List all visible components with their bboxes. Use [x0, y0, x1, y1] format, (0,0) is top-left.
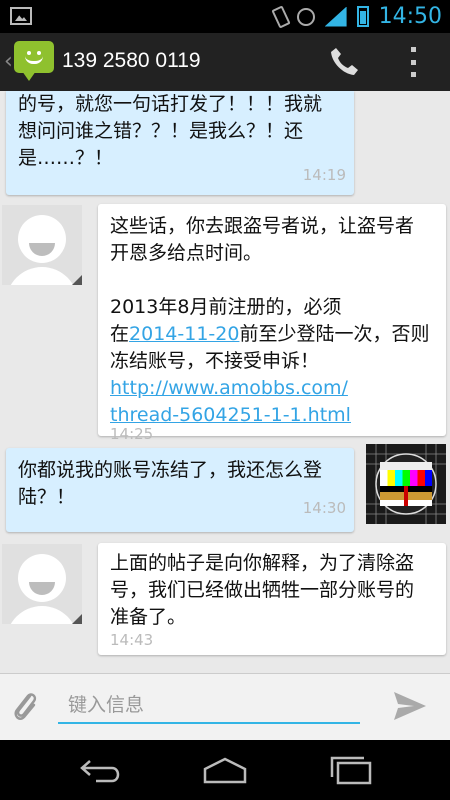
battery-icon [356, 6, 369, 27]
attach-icon[interactable] [10, 688, 40, 724]
phone-icon[interactable] [328, 45, 360, 77]
message-bubble-outgoing[interactable]: 你都说我的账号冻结了，我还怎么登 陆？！ 14:30 [6, 448, 354, 532]
recents-nav-icon[interactable] [326, 755, 376, 785]
navigation-bar [0, 740, 450, 800]
message-time: 14:25 [110, 425, 154, 443]
self-avatar[interactable] [366, 444, 446, 524]
image-icon [10, 7, 32, 25]
compose-bar [0, 673, 450, 741]
back-nav-icon[interactable] [76, 755, 126, 785]
action-bar: ‹ 139 2580 0119 [0, 33, 450, 91]
message-bubble-incoming[interactable]: 上面的帖子是向你解释，为了清除盗 号，我们已经做出牺牲一部分账号的 准备了。 1… [98, 543, 446, 655]
send-icon[interactable] [392, 690, 428, 722]
up-caret-icon[interactable]: ‹ [4, 49, 13, 74]
status-bar: 14:50 [0, 0, 450, 33]
message-time: 14:30 [302, 499, 346, 517]
overflow-menu-icon[interactable] [408, 47, 418, 77]
alarm-icon [296, 7, 315, 26]
home-nav-icon[interactable] [200, 755, 250, 785]
messaging-app-icon[interactable] [14, 41, 54, 81]
contact-avatar[interactable] [2, 205, 82, 285]
message-text: 你都说我的账号冻结了，我还怎么登 陆？！ [18, 459, 323, 508]
message-text: 这些话，你去跟盗号者说，让盗号者 开恩多给点时间。 2013年8月前注册的，必须… [110, 215, 430, 426]
contact-name: 139 2580 0119 [62, 49, 201, 72]
conversation-list[interactable]: 的号，就您一句话打发了！！！我就 想问问谁之错？？！是我么？！还 是……？！ 1… [0, 91, 450, 673]
contact-avatar[interactable] [2, 544, 82, 624]
message-text: 的号，就您一句话打发了！！！我就 想问问谁之错？？！是我么？！还 是……？！ [18, 93, 323, 169]
message-time: 14:19 [302, 166, 346, 184]
message-bubble-outgoing[interactable]: 的号，就您一句话打发了！！！我就 想问问谁之错？？！是我么？！还 是……？！ 1… [6, 91, 354, 195]
message-text: 上面的帖子是向你解释，为了清除盗 号，我们已经做出牺牲一部分账号的 准备了。 [110, 552, 415, 628]
status-icons: 14:50 [270, 0, 442, 33]
url-link[interactable]: http://www.amobbs.com/ thread-5604251-1-… [110, 377, 351, 426]
signal-icon [324, 6, 347, 27]
date-link[interactable]: 2014-11-20 [129, 323, 239, 345]
message-bubble-incoming[interactable]: 这些话，你去跟盗号者说，让盗号者 开恩多给点时间。 2013年8月前注册的，必须… [98, 204, 446, 443]
vibrate-icon [270, 4, 291, 29]
message-time: 14:43 [110, 631, 154, 649]
message-input[interactable] [58, 688, 360, 724]
clock: 14:50 [378, 4, 442, 29]
